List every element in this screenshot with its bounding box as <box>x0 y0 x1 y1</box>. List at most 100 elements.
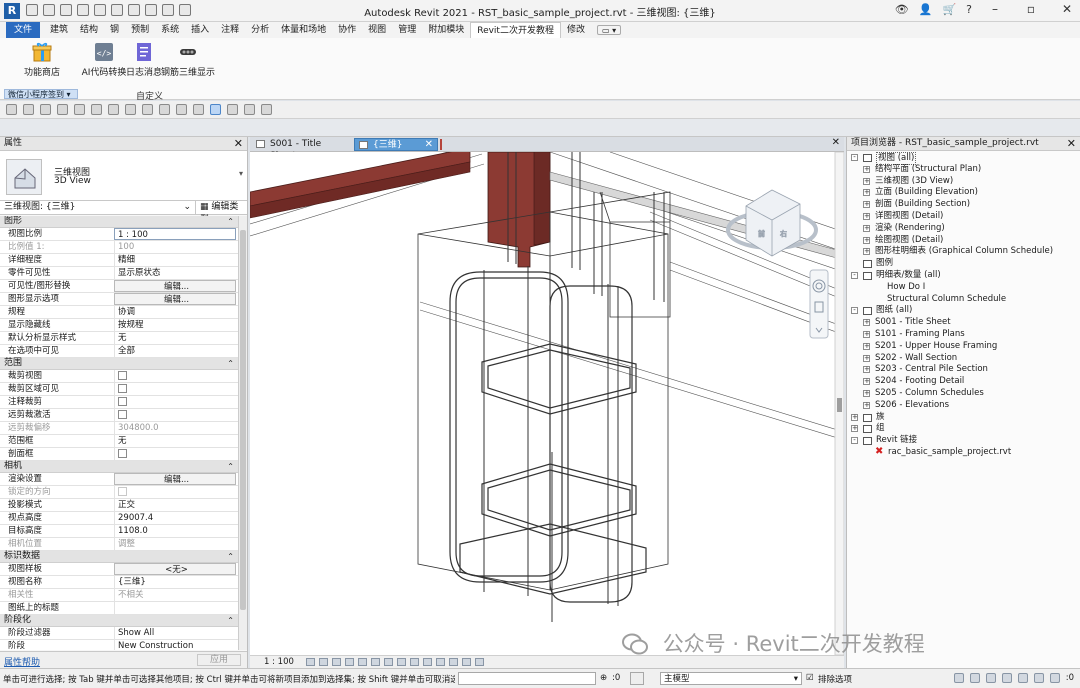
instance-selector[interactable]: 三维视图: {三维} ⌄ <box>0 201 196 214</box>
close-icon[interactable]: ✕ <box>234 137 243 150</box>
expand-icon[interactable]: + <box>851 413 858 421</box>
expand-icon[interactable]: + <box>863 354 870 362</box>
collapse-icon[interactable]: - <box>851 307 858 315</box>
3d-viewport[interactable]: 前 右 <box>250 152 844 655</box>
section-icon[interactable] <box>179 4 191 16</box>
browser-node[interactable]: + S206 - Elevations <box>847 400 1080 412</box>
sync-icon[interactable] <box>40 104 51 115</box>
select-by-face-icon[interactable] <box>1001 673 1012 683</box>
expand-icon[interactable]: + <box>863 319 870 327</box>
default-3d-icon[interactable] <box>162 4 174 16</box>
filter-icon[interactable] <box>1049 673 1060 683</box>
expand-icon[interactable]: + <box>863 165 870 173</box>
properties-scrollbar[interactable] <box>238 216 247 650</box>
open-icon[interactable] <box>6 104 17 115</box>
tab-precast[interactable]: 预制 <box>125 22 155 38</box>
customize-icon[interactable] <box>261 104 272 115</box>
collapse-icon[interactable]: ⌃ <box>227 461 234 472</box>
properties-section-header[interactable]: 阶段化 ⌃ <box>0 615 238 627</box>
browser-node[interactable]: + S203 - Central Pile Section <box>847 364 1080 376</box>
tab-view[interactable]: 视图 <box>362 22 392 38</box>
tab-steel[interactable]: 钢 <box>104 22 125 38</box>
browser-node[interactable]: + 族 <box>847 412 1080 424</box>
contextual-toggle-button[interactable]: ▭ ▾ <box>596 25 622 35</box>
render-icon[interactable] <box>358 658 367 666</box>
property-value[interactable]: 1 : 100 <box>114 228 236 240</box>
property-value[interactable]: 1108.0 <box>114 525 236 537</box>
browser-node[interactable]: + S201 - Upper House Framing <box>847 341 1080 353</box>
property-checkbox-cell[interactable] <box>114 448 236 460</box>
close-icon[interactable]: ✕ <box>832 137 840 148</box>
collapse-icon[interactable]: ⌃ <box>227 615 234 626</box>
open-icon[interactable] <box>26 4 38 16</box>
browser-node[interactable]: + 结构平面 (Structural Plan) <box>847 164 1080 176</box>
lock-3d-icon[interactable] <box>397 658 406 666</box>
browser-node[interactable]: + 绘图视图 (Detail) <box>847 235 1080 247</box>
analytical-model-icon[interactable] <box>449 658 458 666</box>
browser-node[interactable]: + 三维视图 (3D View) <box>847 176 1080 188</box>
tab-analyze[interactable]: 分析 <box>245 22 275 38</box>
constraints-icon[interactable] <box>475 658 484 666</box>
expand-icon[interactable]: + <box>863 177 870 185</box>
expand-icon[interactable]: + <box>863 236 870 244</box>
browser-node[interactable]: How Do I <box>847 282 1080 294</box>
property-checkbox-cell[interactable] <box>114 396 236 408</box>
scrollbar-thumb[interactable] <box>240 230 246 610</box>
view-scale[interactable]: 1 : 100 <box>264 656 294 668</box>
property-value[interactable]: 全部 <box>114 345 236 357</box>
collapse-icon[interactable]: - <box>851 271 858 279</box>
worksharing-icon[interactable]: ⊕ <box>600 673 607 683</box>
browser-node[interactable]: + S001 - Title Sheet <box>847 317 1080 329</box>
browser-node[interactable]: ✖ rac_basic_sample_project.rvt <box>847 446 1080 459</box>
expand-icon[interactable]: + <box>863 366 870 374</box>
tab-collaborate[interactable]: 协作 <box>332 22 362 38</box>
text-icon[interactable] <box>145 4 157 16</box>
sync-icon[interactable] <box>60 4 72 16</box>
collapse-icon[interactable]: - <box>851 437 858 445</box>
browser-node[interactable]: + S202 - Wall Section <box>847 353 1080 365</box>
tab-systems[interactable]: 系统 <box>155 22 185 38</box>
property-checkbox-cell[interactable] <box>114 383 236 395</box>
reveal-hidden-icon[interactable] <box>423 658 432 666</box>
properties-section-header[interactable]: 范围 ⌃ <box>0 358 238 370</box>
type-selector[interactable]: 三维视图 3D View ▾ <box>0 151 247 201</box>
checkbox[interactable] <box>118 449 127 458</box>
expand-icon[interactable]: + <box>863 342 870 350</box>
property-value[interactable] <box>114 602 236 614</box>
redo-icon[interactable] <box>94 4 106 16</box>
browser-node[interactable]: + S205 - Column Schedules <box>847 388 1080 400</box>
expand-icon[interactable]: + <box>863 330 870 338</box>
text-icon[interactable] <box>159 104 170 115</box>
browser-node[interactable]: + 图形柱明细表 (Graphical Column Schedule) <box>847 246 1080 258</box>
select-underlay-icon[interactable] <box>969 673 980 683</box>
save-icon[interactable] <box>23 104 34 115</box>
browser-node[interactable]: + 剖面 (Building Section) <box>847 199 1080 211</box>
thin-lines-icon[interactable] <box>210 104 221 115</box>
tab-structure[interactable]: 结构 <box>74 22 104 38</box>
close-tab-icon[interactable]: ✕ <box>425 139 433 151</box>
browser-node[interactable]: - 明细表/数量 (all) <box>847 270 1080 282</box>
expand-icon[interactable]: + <box>863 201 870 209</box>
expand-icon[interactable]: + <box>851 425 858 433</box>
status-field[interactable] <box>458 672 596 685</box>
visual-style-icon[interactable] <box>319 658 328 666</box>
checkbox[interactable] <box>118 397 127 406</box>
browser-node[interactable]: + 详图视图 (Detail) <box>847 211 1080 223</box>
tab-revit-dev[interactable]: Revit二次开发教程 <box>470 22 561 38</box>
select-links-icon[interactable] <box>953 673 964 683</box>
rebar-3d-display-button[interactable]: 钢筋三维显示 <box>160 42 216 78</box>
minimize-button[interactable]: – <box>982 2 1008 16</box>
properties-section-header[interactable]: 图形 ⌃ <box>0 216 238 228</box>
print-icon[interactable] <box>91 104 102 115</box>
crop-view-icon[interactable] <box>371 658 380 666</box>
property-value[interactable]: 正交 <box>114 499 236 511</box>
collapse-icon[interactable]: ⌃ <box>227 216 234 227</box>
feature-store-button[interactable]: 功能商店 <box>22 42 62 78</box>
tab-addins[interactable]: 附加模块 <box>422 22 470 38</box>
log-message-button[interactable]: 日志消息 <box>124 42 164 78</box>
tab-modify[interactable]: 修改 <box>561 22 591 38</box>
switch-windows-icon[interactable] <box>244 104 255 115</box>
browser-node[interactable]: - 图纸 (all) <box>847 305 1080 317</box>
property-value[interactable]: 无 <box>114 435 236 447</box>
highlight-displacement-icon[interactable] <box>462 658 471 666</box>
